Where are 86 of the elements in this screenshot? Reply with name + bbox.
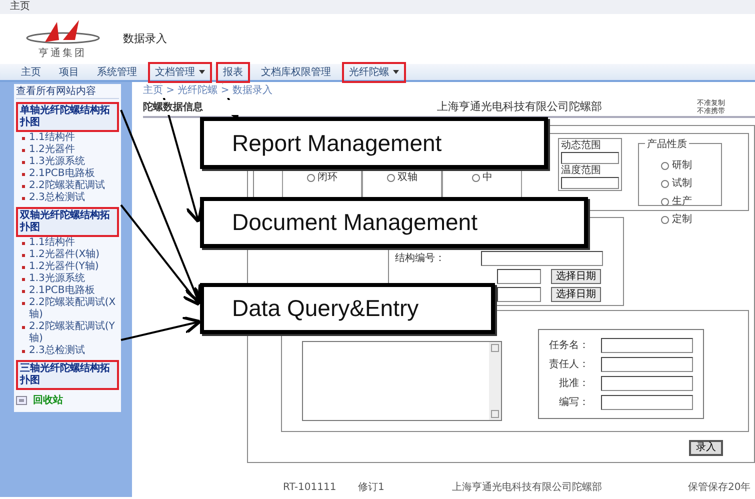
date-picker-button[interactable]: 选择日期	[551, 269, 601, 284]
field-label: 批准：	[558, 376, 589, 391]
field-label: 温度范围	[561, 165, 602, 176]
field-label: 编写：	[558, 396, 589, 410]
sidebar-item[interactable]: 2.1PCB电路板	[29, 285, 95, 297]
nav-tab[interactable]: 光纤陀螺	[342, 62, 406, 82]
nav-tab[interactable]: 报表	[216, 62, 250, 82]
sidebar-group-title[interactable]: 双轴光纤陀螺结构拓扑图	[16, 207, 119, 237]
radio-button[interactable]	[386, 174, 394, 182]
footer-text: 上海亨通光电科技有限公司陀螺部	[452, 482, 602, 493]
bullet-icon	[22, 302, 25, 305]
bullet-icon	[22, 197, 25, 200]
bullet-icon	[22, 173, 25, 176]
radio-label: 生产	[672, 194, 692, 209]
radio-label: 闭环	[318, 171, 338, 185]
footer-text: 修订1	[358, 482, 384, 493]
footer-text: 保管保存20年	[688, 482, 751, 493]
sidebar-heading[interactable]: 查看所有网站内容	[16, 85, 119, 99]
sidebar-group-title[interactable]: 单轴光纤陀螺结构拓扑图	[16, 102, 119, 132]
sidebar-item[interactable]: 1.1结构件	[29, 132, 75, 144]
bullet-icon	[22, 137, 25, 140]
radio-label: 研制	[672, 158, 692, 173]
sidebar-item[interactable]: 2.2陀螺装配调试(Y轴)	[29, 321, 119, 345]
field-label: 责任人：	[549, 358, 589, 372]
input-field[interactable]	[601, 376, 693, 391]
radio-label: 试制	[672, 176, 692, 191]
date-picker-button[interactable]: 选择日期	[551, 287, 601, 302]
sidebar-item[interactable]: 1.2光器件	[29, 144, 75, 156]
page-title: 数据录入	[123, 30, 167, 47]
nav-tab[interactable]: 文档库权限管理	[254, 62, 338, 82]
breadcrumb: 主页 > 光纤陀螺 > 数据录入	[143, 84, 272, 98]
radio-button[interactable]	[661, 198, 669, 206]
field-label: 动态范围	[561, 140, 602, 151]
input-field[interactable]	[601, 338, 693, 353]
bullet-icon	[22, 278, 25, 281]
recycle-bin-link[interactable]: 回收站	[33, 393, 63, 408]
field-label: 结构编号：	[395, 252, 446, 266]
nav-tab[interactable]: 主页	[14, 62, 48, 82]
input-field[interactable]	[497, 287, 541, 302]
top-bar-title: 主页	[10, 1, 30, 12]
bullet-icon	[22, 266, 25, 269]
input-field[interactable]	[481, 251, 603, 266]
logo-text: 亨通集团	[38, 46, 86, 60]
company-name: 上海亨通光电科技有限公司陀螺部	[437, 98, 602, 115]
radio-button[interactable]	[472, 174, 480, 182]
sidebar-item[interactable]: 2.3总检测试	[29, 192, 85, 204]
radio-button[interactable]	[661, 216, 669, 224]
submit-button[interactable]: 录入	[689, 440, 723, 456]
sidebar-item[interactable]: 2.2陀螺装配调试(X轴)	[29, 297, 119, 321]
text-area[interactable]	[302, 341, 502, 421]
field-label: 任务名：	[549, 339, 589, 353]
radio-button[interactable]	[661, 180, 669, 188]
input-field[interactable]	[601, 357, 693, 372]
bullet-icon	[22, 350, 25, 353]
sidebar-item[interactable]: 2.3总检测试	[29, 345, 85, 357]
radio-button[interactable]	[306, 174, 314, 182]
radio-label: 双轴	[398, 170, 418, 185]
input-field[interactable]	[497, 269, 541, 284]
callout-label: Document Management	[200, 197, 588, 248]
input-field[interactable]	[561, 152, 619, 164]
radio-button[interactable]	[661, 162, 669, 170]
bullet-icon	[22, 149, 25, 152]
radio-label: 中	[482, 170, 492, 185]
nav-tab[interactable]: 项目	[52, 62, 86, 82]
bullet-icon	[22, 161, 25, 164]
bullet-icon	[22, 185, 25, 188]
sidebar-item[interactable]: 1.1结构件	[29, 237, 75, 249]
radio-label: 定制	[672, 212, 692, 227]
nav-tab[interactable]: 文档管理	[148, 62, 212, 82]
sidebar-item[interactable]: 1.2光器件(X轴)	[29, 249, 100, 261]
input-field[interactable]	[561, 177, 619, 189]
sidebar-group-title[interactable]: 三轴光纤陀螺结构拓扑图	[16, 360, 119, 390]
sidebar-item[interactable]: 1.2光器件(Y轴)	[29, 261, 99, 273]
nav-tab[interactable]: 系统管理	[90, 62, 144, 82]
bullet-icon	[22, 326, 25, 329]
footer-text: RT-101111	[283, 482, 336, 493]
callout-label: Data Query&Entry	[200, 283, 495, 334]
callout-label: Report Management	[200, 117, 548, 169]
sidebar-item[interactable]: 2.1PCB电路板	[29, 168, 95, 180]
bullet-icon	[22, 290, 25, 293]
bullet-icon	[22, 242, 25, 245]
sidebar-item[interactable]: 1.3光源系统	[29, 273, 85, 285]
sidebar-item[interactable]: 2.2陀螺装配调试	[29, 180, 105, 192]
bullet-icon	[22, 254, 25, 257]
input-field[interactable]	[601, 395, 693, 410]
sidebar-item[interactable]: 1.3光源系统	[29, 156, 85, 168]
